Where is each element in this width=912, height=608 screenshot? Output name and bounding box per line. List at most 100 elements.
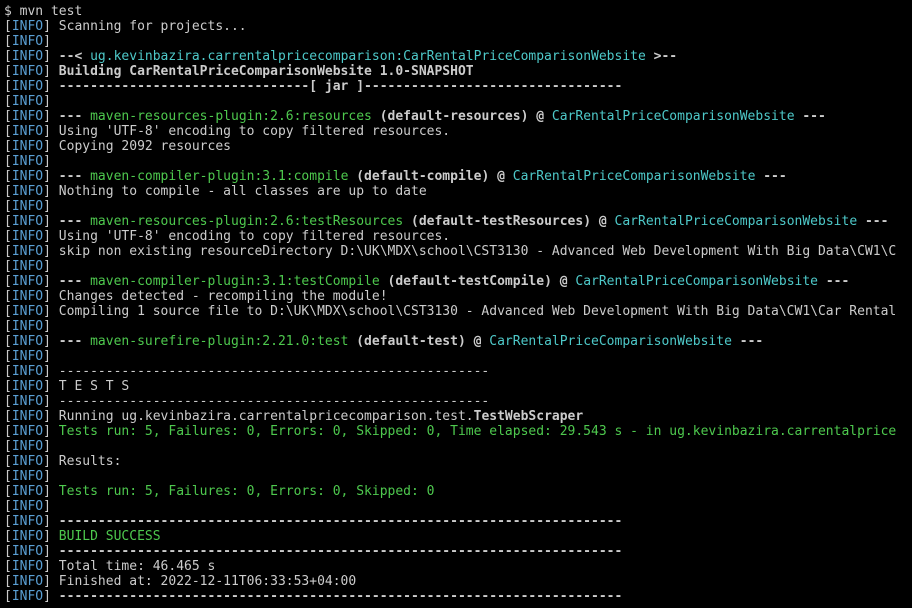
info-label: INFO [12,94,43,109]
info-tag: [INFO] [4,334,59,349]
text: (default-test) @ [348,334,489,349]
info-tag: [INFO] [4,499,51,514]
info-label: INFO [12,499,43,514]
info-tag: [INFO] [4,289,59,304]
info-label: INFO [12,79,43,94]
log-line-empty: [INFO] [4,349,908,364]
info-label: INFO [12,334,43,349]
info-label: INFO [12,484,43,499]
text: --- [755,169,786,184]
artifact: CarRentalPriceComparisonWebsite [552,109,795,124]
text: --------------------------------[ jar ]-… [59,79,623,94]
log-line-empty: [INFO] [4,499,908,514]
info-label: INFO [12,319,43,334]
text: --- [59,109,90,124]
log-line: [INFO] Changes detected - recompiling th… [4,289,908,304]
info-tag: [INFO] [4,469,51,484]
info-tag: [INFO] [4,154,51,169]
info-tag: [INFO] [4,589,59,604]
log-line: [INFO] --- maven-resources-plugin:2.6:te… [4,214,908,229]
info-label: INFO [12,589,43,604]
info-tag: [INFO] [4,229,59,244]
info-tag: [INFO] [4,244,59,259]
log-line: [INFO] ---------------------------------… [4,394,908,409]
plugin: maven-compiler-plugin:3.1:compile [90,169,348,184]
log-line: [INFO] ---------------------------------… [4,589,908,604]
plugin: maven-surefire-plugin:2.21.0:test [90,334,348,349]
info-tag: [INFO] [4,529,59,544]
info-label: INFO [12,544,43,559]
info-tag: [INFO] [4,574,59,589]
log-line-empty: [INFO] [4,94,908,109]
text: Nothing to compile - all classes are up … [59,184,427,199]
text: Running ug.kevinbazira.carrentalpricecom… [59,409,474,424]
plugin: maven-compiler-plugin:3.1:testCompile [90,274,380,289]
log-line: [INFO] Copying 2092 resources [4,139,908,154]
info-label: INFO [12,424,43,439]
info-tag: [INFO] [4,79,59,94]
text: (default-compile) @ [348,169,512,184]
text: --- [59,214,90,229]
text: --- [59,334,90,349]
log-line-empty: [INFO] [4,319,908,334]
info-label: INFO [12,199,43,214]
info-tag: [INFO] [4,364,59,379]
artifact: CarRentalPriceComparisonWebsite [513,169,756,184]
info-label: INFO [12,214,43,229]
info-tag: [INFO] [4,214,59,229]
log-line: [INFO] Running ug.kevinbazira.carrentalp… [4,409,908,424]
info-tag: [INFO] [4,394,59,409]
info-tag: [INFO] [4,49,59,64]
info-label: INFO [12,304,43,319]
log-line-empty: [INFO] [4,469,908,484]
log-line-empty: [INFO] [4,34,908,49]
log-line: [INFO] ---------------------------------… [4,364,908,379]
log-line-empty: [INFO] [4,259,908,274]
info-tag: [INFO] [4,139,59,154]
text: (default-testResources) @ [403,214,614,229]
info-tag: [INFO] [4,184,59,199]
project-id: ug.kevinbazira.carrentalpricecomparison:… [90,49,646,64]
text: Results: [59,454,122,469]
artifact: CarRentalPriceComparisonWebsite [489,334,732,349]
info-tag: [INFO] [4,124,59,139]
terminal-output[interactable]: $ mvn test[INFO] Scanning for projects..… [4,4,908,604]
info-label: INFO [12,349,43,364]
log-line: [INFO] ---------------------------------… [4,514,908,529]
text: Scanning for projects... [59,19,247,34]
log-line: [INFO] T E S T S [4,379,908,394]
info-label: INFO [12,574,43,589]
log-line: [INFO] --- maven-compiler-plugin:3.1:tes… [4,274,908,289]
log-line: [INFO] --< ug.kevinbazira.carrentalprice… [4,49,908,64]
text: --< [59,49,90,64]
text: (default-resources) @ [372,109,552,124]
text: Using 'UTF-8' encoding to copy filtered … [59,124,450,139]
test-summary: Tests run: 5, Failures: 0, Errors: 0, Sk… [59,484,435,499]
text: ----------------------------------------… [59,514,623,529]
info-label: INFO [12,559,43,574]
info-tag: [INFO] [4,379,59,394]
text: (default-testCompile) @ [380,274,576,289]
text: ----------------------------------------… [59,589,623,604]
text: >-- [646,49,677,64]
building: Building CarRentalPriceComparisonWebsite… [59,64,474,79]
info-tag: [INFO] [4,304,59,319]
info-tag: [INFO] [4,544,59,559]
log-line: [INFO] ---------------------------------… [4,544,908,559]
info-label: INFO [12,64,43,79]
log-line: [INFO] Tests run: 5, Failures: 0, Errors… [4,484,908,499]
info-label: INFO [12,184,43,199]
info-tag: [INFO] [4,34,51,49]
info-label: INFO [12,34,43,49]
artifact: CarRentalPriceComparisonWebsite [615,214,858,229]
info-tag: [INFO] [4,94,51,109]
info-label: INFO [12,439,43,454]
text: skip non existing resourceDirectory D:\U… [59,244,896,259]
tests-header: T E S T S [59,379,129,394]
info-tag: [INFO] [4,349,51,364]
log-line: [INFO] Results: [4,454,908,469]
build-success: BUILD SUCCESS [59,529,161,544]
info-label: INFO [12,259,43,274]
log-line: [INFO] Finished at: 2022-12-11T06:33:53+… [4,574,908,589]
info-tag: [INFO] [4,409,59,424]
